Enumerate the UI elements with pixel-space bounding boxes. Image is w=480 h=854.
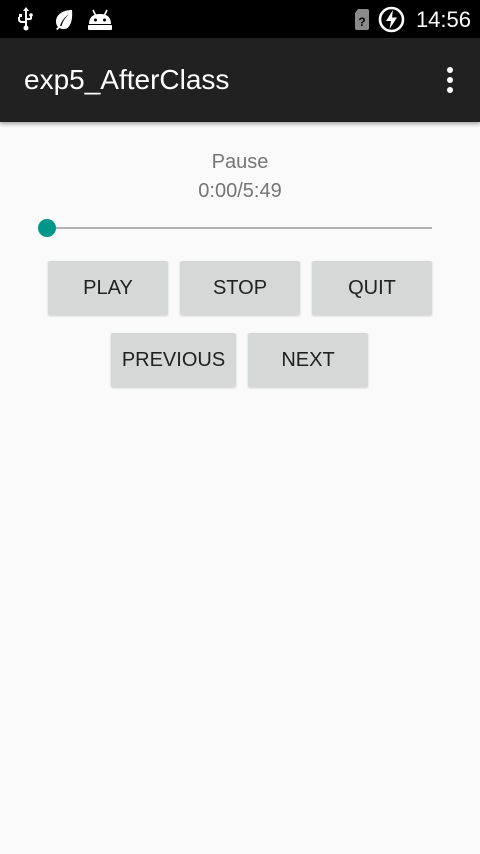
usb-icon <box>18 7 33 31</box>
seek-bar[interactable] <box>38 218 438 238</box>
playback-state-label: Pause <box>211 151 269 173</box>
next-button[interactable]: NEXT <box>248 333 368 387</box>
svg-text:?: ? <box>358 15 365 29</box>
android-debug-icon <box>88 9 112 30</box>
previous-button[interactable]: PREVIOUS <box>111 333 236 387</box>
seek-thumb[interactable] <box>38 219 56 237</box>
app-title: exp5_AfterClass <box>24 64 230 95</box>
clock: 14:56 <box>415 7 471 32</box>
seek-track <box>48 227 432 229</box>
playback-time-label: 0:00/5:49 <box>198 180 282 202</box>
status-bar: ? 14:56 <box>0 0 480 38</box>
battery-charging-icon <box>378 6 405 33</box>
no-sim-icon: ? <box>355 9 369 30</box>
leaf-icon <box>56 10 73 30</box>
stop-button[interactable]: STOP <box>180 261 300 315</box>
quit-button[interactable]: QUIT <box>312 261 432 315</box>
more-vert-icon[interactable] <box>438 64 462 96</box>
play-button[interactable]: PLAY <box>48 261 168 315</box>
app-bar: exp5_AfterClass <box>0 38 480 122</box>
